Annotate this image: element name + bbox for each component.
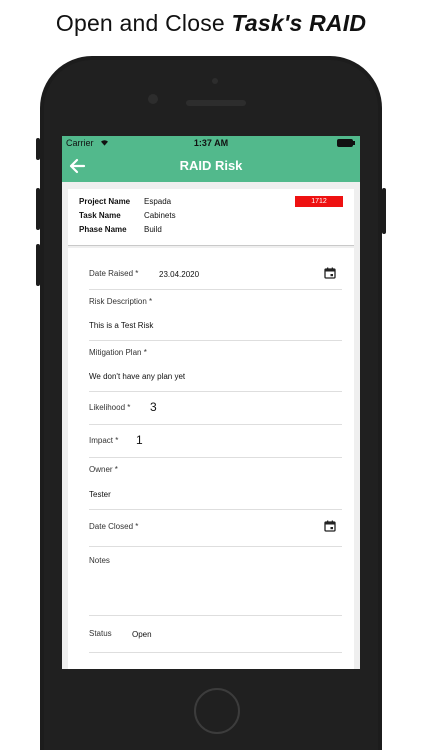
impact-label: Impact * — [89, 436, 119, 445]
project-label: Project Name — [79, 197, 131, 206]
status-value[interactable]: Open — [132, 630, 152, 639]
likelihood-label: Likelihood * — [89, 403, 131, 412]
sensor-icon — [148, 94, 158, 104]
task-info-card: Project Name Espada Task Name Cabinets Pha… — [68, 189, 354, 246]
page-title: RAID Risk — [179, 158, 243, 173]
status-time: 1:37 AM — [193, 138, 229, 148]
phase-row: Phase Name Build — [79, 225, 162, 234]
nav-bar: RAID Risk — [62, 150, 360, 182]
raid-id-badge: 1712 — [295, 196, 343, 207]
status-bar: Carrier 1:37 AM — [62, 136, 360, 150]
owner-label: Owner * — [89, 465, 118, 474]
task-label: Task Name — [79, 211, 121, 220]
date-raised-field[interactable]: Date Raised * 23.04.2020 — [89, 258, 342, 290]
headline-prefix: Open and Close — [55, 10, 232, 36]
app-screen: Carrier 1:37 AM RAID Risk Project Name Es… — [62, 136, 360, 669]
calendar-icon[interactable] — [324, 520, 336, 532]
headline-bold: Task's RAID — [231, 10, 367, 36]
camera-icon — [212, 78, 218, 84]
status-field[interactable]: Status Open — [89, 615, 342, 653]
impact-field[interactable]: Impact * 1 — [89, 424, 342, 458]
home-button[interactable] — [194, 688, 240, 734]
status-label: Status — [89, 629, 112, 638]
phone-power-button — [382, 188, 386, 234]
phase-label: Phase Name — [79, 225, 127, 234]
raid-risk-form: Date Raised * 23.04.2020 Risk Descriptio… — [68, 248, 354, 669]
mitigation-plan-label: Mitigation Plan * — [89, 348, 147, 357]
likelihood-field[interactable]: Likelihood * 3 — [89, 391, 342, 425]
phase-value: Build — [144, 225, 162, 234]
date-raised-value[interactable]: 23.04.2020 — [159, 270, 199, 279]
battery-icon — [337, 139, 355, 147]
mitigation-plan-value[interactable]: We don't have any plan yet — [89, 372, 185, 381]
risk-description-label: Risk Description * — [89, 297, 153, 306]
risk-description-value[interactable]: This is a Test Risk — [89, 321, 153, 330]
promo-headline: Open and Close Task's RAID — [0, 10, 422, 37]
task-value: Cabinets — [144, 211, 176, 220]
impact-value[interactable]: 1 — [136, 433, 143, 447]
notes-label: Notes — [89, 556, 110, 565]
risk-description-field[interactable]: Risk Description * This is a Test Risk — [89, 289, 342, 341]
date-raised-label: Date Raised * — [89, 269, 139, 278]
owner-value[interactable]: Tester — [89, 490, 111, 499]
project-value: Espada — [144, 197, 172, 206]
date-closed-field[interactable]: Date Closed * — [89, 509, 342, 547]
calendar-icon[interactable] — [324, 267, 336, 279]
project-row: Project Name Espada — [79, 197, 171, 206]
notes-field[interactable]: Notes — [89, 546, 342, 616]
speaker-grille — [186, 100, 246, 106]
owner-field[interactable]: Owner * Tester — [89, 457, 342, 510]
mitigation-plan-field[interactable]: Mitigation Plan * We don't have any plan… — [89, 340, 342, 392]
task-row: Task Name Cabinets — [79, 211, 176, 220]
likelihood-value[interactable]: 3 — [150, 400, 157, 414]
date-closed-label: Date Closed * — [89, 522, 139, 531]
